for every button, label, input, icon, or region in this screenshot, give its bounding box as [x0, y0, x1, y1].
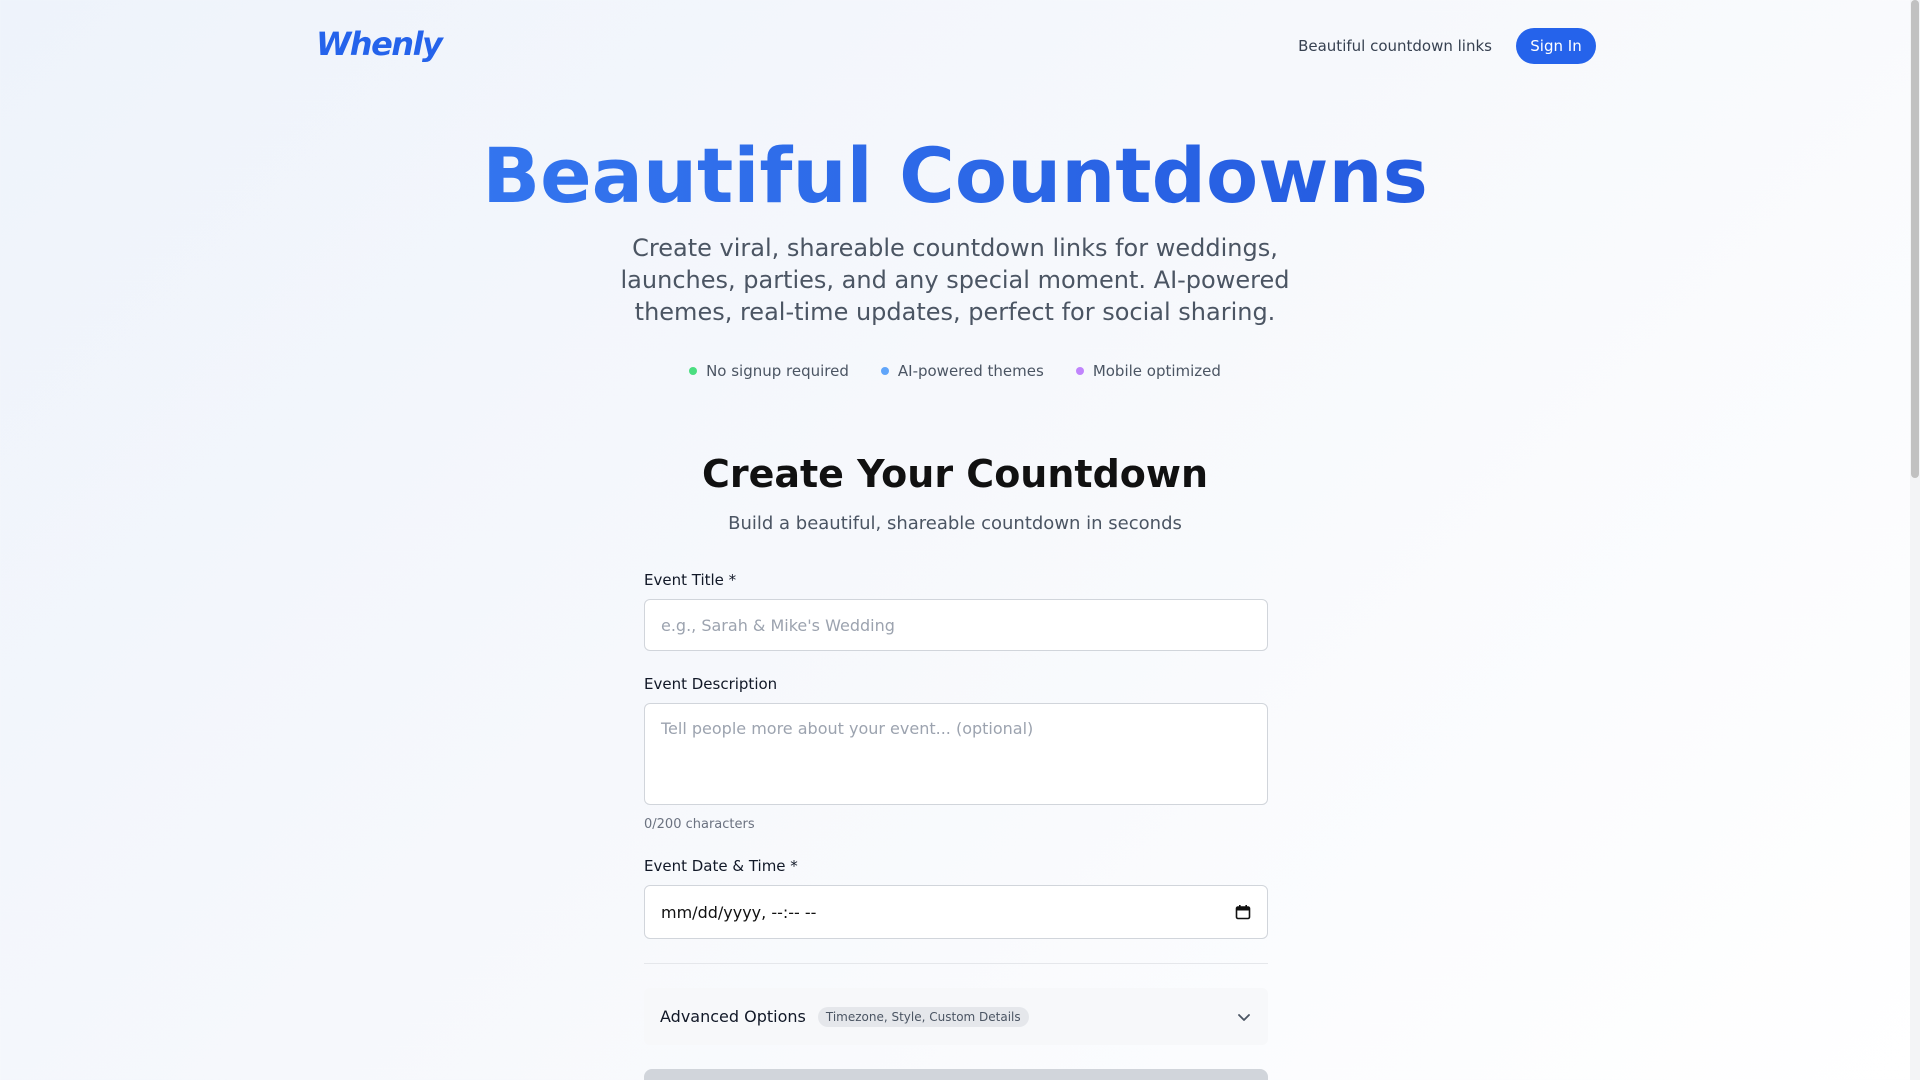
feature-label: AI-powered themes [897, 362, 1044, 380]
datetime-value: mm/dd/yyyy, --:-- -- [661, 902, 817, 922]
purple-dot-icon [1075, 367, 1084, 375]
form-subtitle: Build a beautiful, shareable countdown i… [728, 513, 1182, 534]
event-datetime-input[interactable]: mm/dd/yyyy, --:-- -- [644, 885, 1268, 939]
advanced-options-badge: Timezone, Style, Custom Details [817, 1006, 1029, 1027]
advanced-options-toggle[interactable]: Advanced Options Timezone, Style, Custom… [644, 988, 1268, 1045]
event-title-input[interactable] [644, 599, 1268, 651]
blue-dot-icon [880, 367, 889, 375]
logo[interactable]: Whenly [316, 22, 443, 66]
advanced-options-label: Advanced Options [660, 1007, 806, 1026]
event-description-label: Event Description [644, 675, 778, 693]
hero-title: Beautiful Countdowns [0, 128, 1910, 224]
event-description-textarea[interactable] [644, 703, 1268, 805]
feature-label: No signup required [706, 362, 849, 380]
form-title: Create Your Countdown [701, 452, 1209, 496]
green-dot-icon [689, 367, 698, 375]
feature-item: AI-powered themes [880, 362, 1044, 380]
feature-item: No signup required [689, 362, 849, 380]
calendar-icon[interactable] [1235, 904, 1251, 920]
chevron-down-icon [1238, 1013, 1250, 1021]
feature-label: Mobile optimized [1092, 362, 1221, 380]
event-datetime-label: Event Date & Time * [644, 857, 798, 875]
create-countdown-button[interactable] [644, 1069, 1268, 1080]
sign-in-button[interactable]: Sign In [1516, 28, 1596, 64]
character-count: 0/200 characters [644, 817, 755, 832]
header-tagline: Beautiful countdown links [1298, 37, 1492, 55]
page: Whenly Beautiful countdown links Sign In… [0, 0, 1910, 1080]
event-title-label: Event Title * [644, 571, 737, 589]
hero-subtitle: Create viral, shareable countdown links … [620, 234, 1290, 326]
feature-item: Mobile optimized [1075, 362, 1221, 380]
feature-list: No signup required AI-powered themes Mob… [0, 362, 1910, 380]
site-header: Whenly Beautiful countdown links Sign In [316, 22, 1596, 70]
page-scrollbar[interactable] [1910, 0, 1920, 1080]
scrollbar-thumb[interactable] [1911, 0, 1919, 478]
section-divider [644, 963, 1268, 964]
